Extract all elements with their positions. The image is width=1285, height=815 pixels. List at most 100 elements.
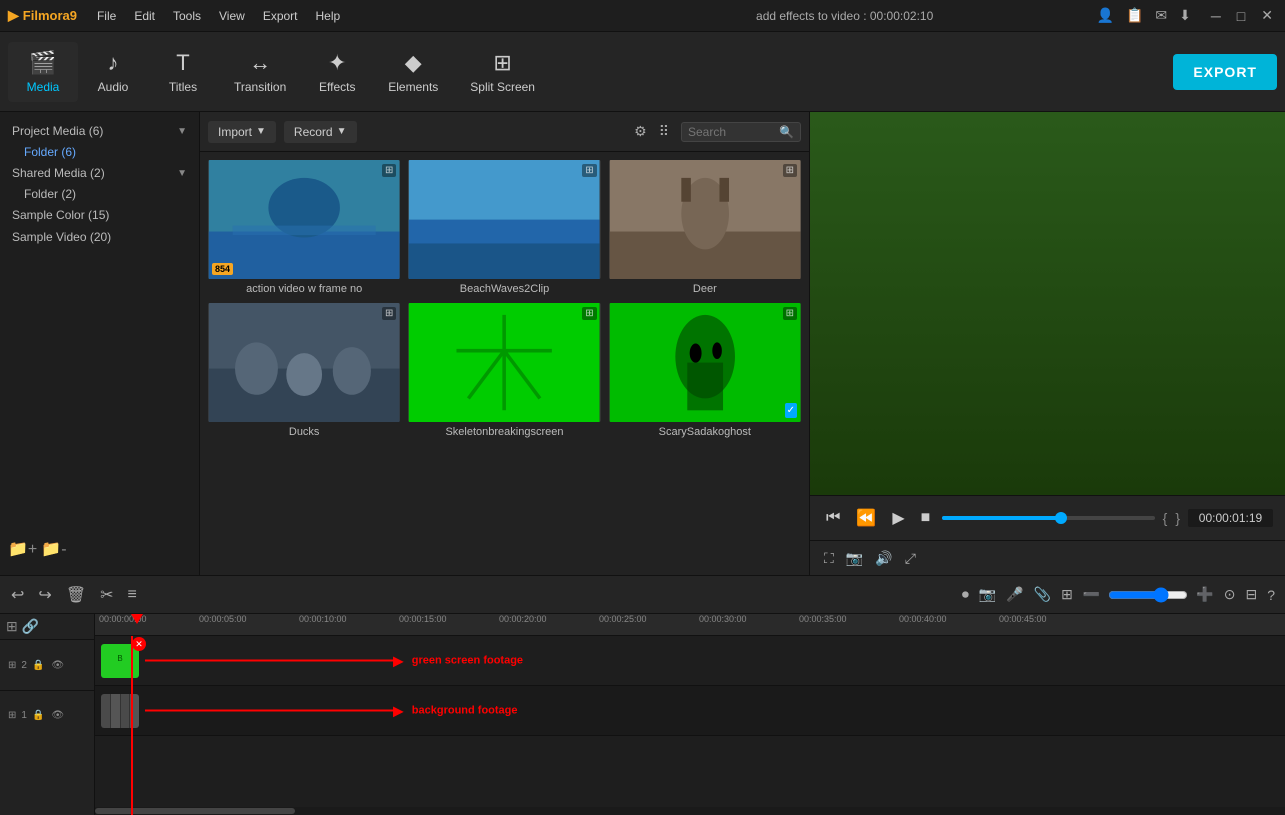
- skip-back-button[interactable]: ⏮: [822, 505, 844, 531]
- preview-svg: [810, 112, 1285, 495]
- media-item-5[interactable]: ⊞ Skeletonbreakingscreen: [408, 303, 600, 438]
- menu-help[interactable]: Help: [308, 7, 349, 25]
- undo-button[interactable]: ↩: [8, 582, 27, 608]
- sidebar-item-sample-color[interactable]: Sample Color (15): [0, 204, 199, 226]
- fullscreen-icon-btn[interactable]: ⛶: [822, 548, 836, 569]
- media-toolbar: Import ▼ Record ▼ ⚙ ⠿ 🔍: [200, 112, 809, 152]
- zoom-out-button[interactable]: ➖: [1081, 584, 1102, 605]
- user-icon[interactable]: 👤: [1097, 7, 1114, 24]
- in-point-button[interactable]: {: [1163, 510, 1168, 526]
- fit-timeline-button[interactable]: ⊙: [1222, 584, 1238, 605]
- split-view-button[interactable]: ⊟: [1243, 584, 1259, 605]
- zoom-slider[interactable]: [1108, 587, 1188, 603]
- green-screen-arrow: ▶ green screen footage: [145, 652, 523, 669]
- cut-button[interactable]: ✂: [97, 582, 116, 608]
- progress-thumb: [1055, 512, 1067, 524]
- record-button[interactable]: Record ▼: [284, 121, 357, 143]
- track2-lock-icon[interactable]: 🔒: [30, 658, 46, 673]
- add-track-buttons: ⊞ 🔗: [0, 614, 94, 640]
- sidebar-item-project-media[interactable]: Project Media (6) ▼: [0, 120, 199, 142]
- download-icon[interactable]: ⬇: [1179, 7, 1191, 24]
- bg-clip[interactable]: [101, 694, 139, 728]
- titles-label: Titles: [169, 80, 197, 94]
- media-name-6: ScarySadakoghost: [609, 426, 801, 438]
- grid-overlay-5: ⊞: [582, 307, 596, 320]
- link-track-button[interactable]: 🔗: [22, 618, 39, 635]
- track2-num: 2: [21, 660, 27, 671]
- grid-view-icon[interactable]: ⠿: [659, 123, 669, 140]
- voice-button[interactable]: 🎤: [1004, 584, 1025, 605]
- sample-video-label: Sample Video (20): [12, 230, 187, 244]
- toolbar-effects[interactable]: ✦ Effects: [302, 42, 372, 102]
- timeline-area: ⊞ 🔗 ⊞ 2 🔒 👁 ⊞ 1 🔒 👁: [0, 614, 1285, 815]
- remove-folder-button[interactable]: 📁-: [41, 539, 66, 559]
- media-item-3[interactable]: ⊞ Deer: [609, 160, 801, 295]
- menu-file[interactable]: File: [89, 7, 124, 25]
- snapshot-button[interactable]: 📷: [977, 584, 998, 605]
- import-button[interactable]: Import ▼: [208, 121, 276, 143]
- detach-button[interactable]: 📎: [1032, 584, 1053, 605]
- step-back-button[interactable]: ⏪: [852, 504, 880, 532]
- adjust-button[interactable]: ≡: [125, 583, 140, 607]
- minimize-button[interactable]: ─: [1207, 8, 1225, 24]
- mail-icon[interactable]: ✉: [1155, 7, 1167, 24]
- progress-bar[interactable]: [942, 516, 1154, 520]
- inbox-icon[interactable]: 📋: [1126, 7, 1143, 24]
- toolbar-titles[interactable]: T Titles: [148, 42, 218, 102]
- timeline-help-button[interactable]: ?: [1265, 585, 1277, 605]
- media-item-6[interactable]: ⊞ ✓ ScarySadakoghost: [609, 303, 801, 438]
- green-clip[interactable]: ✕ B: [101, 644, 139, 678]
- menu-view[interactable]: View: [211, 7, 253, 25]
- track1-grid-icon[interactable]: ⊞: [6, 708, 18, 723]
- ruler-mark-9: 00:00:45:00: [999, 614, 1047, 624]
- track2-grid-icon[interactable]: ⊞: [6, 658, 18, 673]
- media-item-2[interactable]: ⊞ BeachWaves2Clip: [408, 160, 600, 295]
- track1-lock-icon[interactable]: 🔒: [30, 708, 46, 723]
- menu-export[interactable]: Export: [255, 7, 306, 25]
- redo-button[interactable]: ↪: [35, 582, 54, 608]
- arrow-line-green: [145, 660, 395, 662]
- sidebar-item-sample-video[interactable]: Sample Video (20): [0, 226, 199, 248]
- clip-remove-icon: ✕: [132, 637, 146, 651]
- toolbar-splitscreen[interactable]: ⊞ Split Screen: [454, 42, 551, 102]
- filter-icon[interactable]: ⚙: [634, 123, 647, 140]
- volume-button[interactable]: 🔊: [873, 548, 894, 569]
- sidebar-item-shared-media[interactable]: Shared Media (2) ▼: [0, 162, 199, 184]
- fit-screen-button[interactable]: ⤢: [903, 548, 918, 569]
- transition-label: Transition: [234, 80, 286, 94]
- delete-button[interactable]: 🗑: [63, 582, 89, 608]
- toolbar-audio[interactable]: ♪ Audio: [78, 42, 148, 102]
- toolbar-elements[interactable]: ◆ Elements: [372, 42, 454, 102]
- scrollbar-thumb: [95, 808, 295, 814]
- media-item-1[interactable]: ⊞ 854 action video w frame no: [208, 160, 400, 295]
- toolbar-media[interactable]: 🎬 Media: [8, 42, 78, 102]
- maximize-button[interactable]: □: [1233, 8, 1249, 24]
- menu-edit[interactable]: Edit: [126, 7, 163, 25]
- play-button[interactable]: ▶: [888, 504, 908, 532]
- stop-button[interactable]: ■: [917, 505, 935, 531]
- add-video-track-button[interactable]: ⊞: [6, 618, 18, 635]
- sidebar-item-folder[interactable]: Folder (6): [0, 142, 199, 162]
- out-point-button[interactable]: }: [1175, 510, 1180, 526]
- menu-tools[interactable]: Tools: [165, 7, 209, 25]
- timeline-section: ↩ ↪ 🗑 ✂ ≡ ⏺ 📷 🎤 📎 ⊞ ➖ ➕ ⊙ ⊟ ? ⊞ 🔗: [0, 575, 1285, 815]
- track2-eye-icon[interactable]: 👁: [49, 658, 66, 673]
- screenshot-button[interactable]: 📷: [844, 548, 865, 569]
- transition-icon: ↔: [249, 50, 271, 76]
- playhead-marker: [131, 636, 132, 658]
- search-input[interactable]: [688, 125, 779, 139]
- sidebar-item-folder2[interactable]: Folder (2): [0, 184, 199, 204]
- zoom-in-button[interactable]: ➕: [1194, 584, 1215, 605]
- window-title: add effects to video : 00:00:02:10: [593, 9, 1097, 23]
- toolbar-transition[interactable]: ↔ Transition: [218, 42, 302, 102]
- track-row-2: ✕ B ▶ green screen footage: [95, 636, 1285, 686]
- export-button[interactable]: EXPORT: [1173, 54, 1277, 90]
- track1-eye-icon[interactable]: 👁: [49, 708, 66, 723]
- media-item-4[interactable]: ⊞ Ducks: [208, 303, 400, 438]
- ruler-mark-1: 00:00:05:00: [199, 614, 247, 624]
- add-folder-button[interactable]: 📁+: [8, 539, 37, 559]
- timeline-scrollbar[interactable]: [95, 807, 1285, 815]
- close-button[interactable]: ✕: [1257, 7, 1277, 24]
- play-record-button[interactable]: ⏺: [960, 584, 971, 605]
- add-media-button[interactable]: ⊞: [1059, 584, 1075, 605]
